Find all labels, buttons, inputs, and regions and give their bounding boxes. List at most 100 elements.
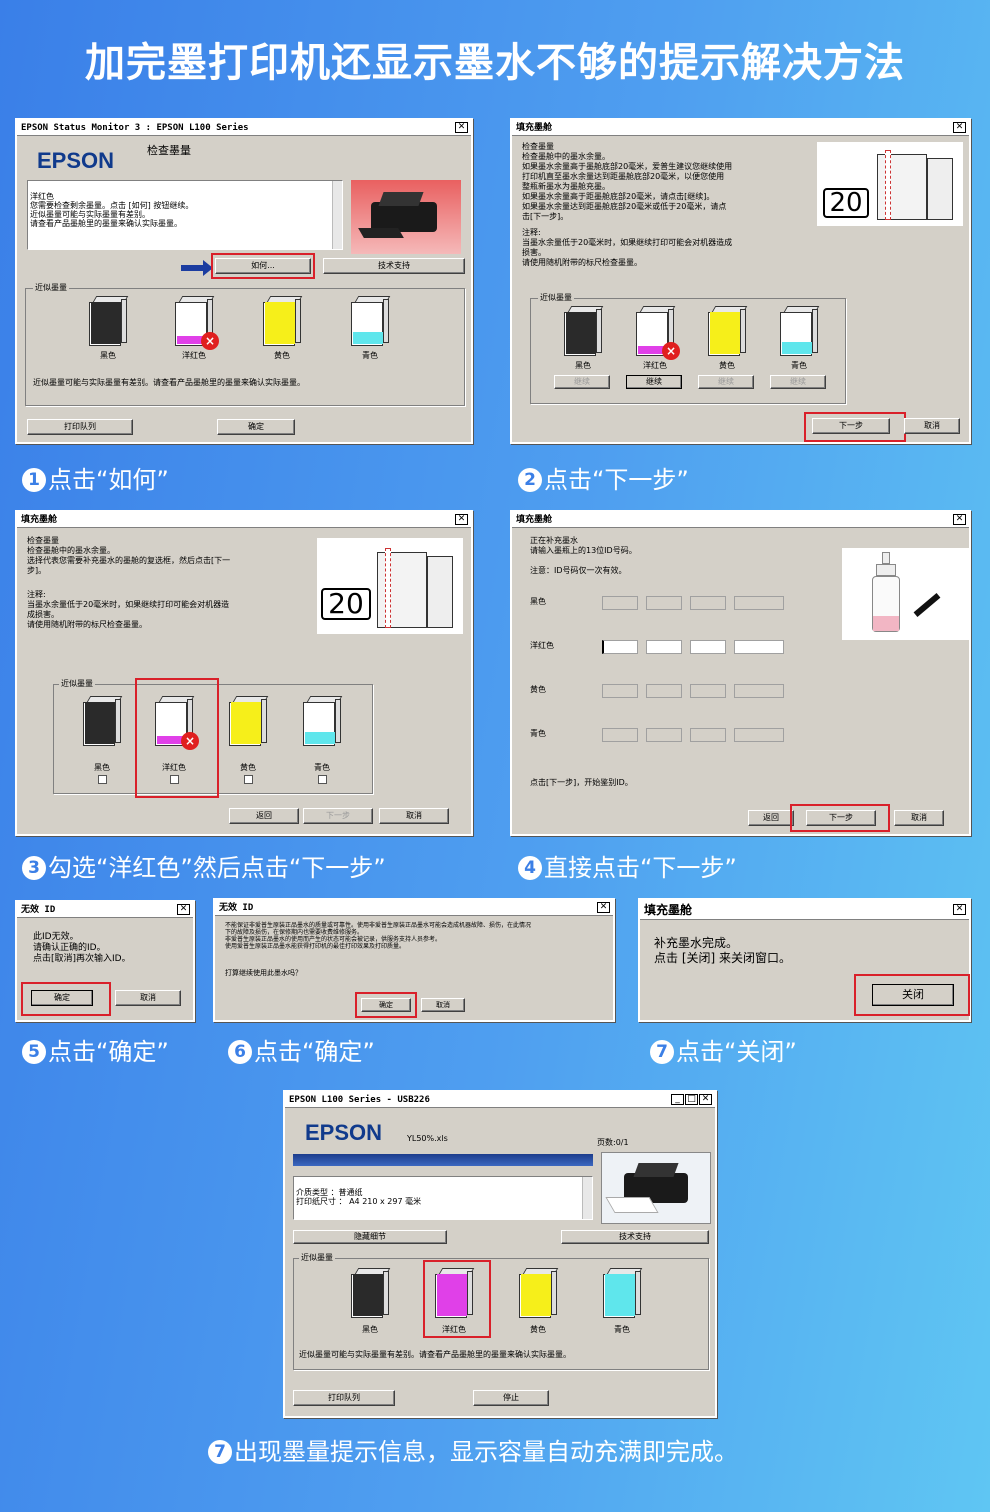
cancel-button[interactable]: 取消 (115, 990, 181, 1006)
ink-tank-magenta: × (636, 306, 680, 360)
step-caption: 7 出现墨量提示信息，显示容量自动充满即完成。 (208, 1432, 738, 1467)
instructions: 检查墨量 检查墨舱中的墨水余量。 选择代表您需要补充墨水的墨舱的复选框，然后点击… (27, 536, 231, 575)
id-field-yellow-4[interactable] (734, 684, 784, 698)
close-icon[interactable]: ✕ (177, 904, 190, 915)
id-field-cyan-1[interactable] (602, 728, 638, 742)
close-icon[interactable]: ✕ (699, 1094, 712, 1105)
back-button[interactable]: 返回 (229, 808, 299, 824)
step-caption: 1 点击“如何” (22, 460, 169, 495)
cancel-button[interactable]: 取消 (904, 418, 960, 434)
support-button[interactable]: 技术支持 (323, 258, 465, 274)
close-icon[interactable]: ✕ (455, 122, 468, 133)
arrow-icon (181, 265, 205, 271)
id-field-yellow-1[interactable] (602, 684, 638, 698)
window-title: EPSON Status Monitor 3 : EPSON L100 Seri… (17, 120, 471, 136)
ink-tank-black (351, 1268, 391, 1318)
close-icon[interactable]: ✕ (953, 514, 966, 525)
continue-button-black[interactable]: 继续 (554, 375, 610, 389)
epson-logo: EPSON (305, 1120, 383, 1145)
highlight-box (135, 678, 219, 798)
ink-bottle-image (842, 548, 970, 640)
id-field-magenta-4[interactable] (734, 640, 784, 654)
ink-label-black: 黑色 (94, 763, 110, 772)
scrollbar[interactable] (332, 181, 342, 249)
ink-tank-cyan (303, 696, 343, 746)
epson-logo: EPSON (37, 148, 115, 173)
ink-tank-yellow (708, 306, 748, 356)
highlight-box (854, 974, 970, 1016)
document-name: YL50%.xls (407, 1134, 448, 1143)
highlight-box (355, 992, 417, 1018)
highlight-box (211, 253, 315, 279)
cancel-button[interactable]: 取消 (894, 810, 944, 826)
scrollbar[interactable] (582, 1177, 592, 1219)
ink-note: 近似墨量可能与实际墨量有差别。请查看产品墨舱里的墨量来确认实际墨量。 (33, 378, 305, 387)
highlight-box (790, 804, 890, 832)
ink-label-cyan: 青色 (362, 351, 378, 360)
fill-tank-window: 填充墨舱 ✕ 正在补充墨水 请输入墨瓶上的13位ID号码。 注意：ID号码仅一次… (510, 510, 971, 836)
id-field-magenta-2[interactable] (646, 640, 682, 654)
continue-button-yellow[interactable]: 继续 (698, 375, 754, 389)
checkbox-cyan[interactable] (318, 775, 327, 784)
close-icon[interactable]: ✕ (455, 514, 468, 525)
checkbox-yellow[interactable] (244, 775, 253, 784)
id-field-cyan-2[interactable] (646, 728, 682, 742)
dialog-text: 此ID无效。 请确认正确的ID。 点击[取消]再次输入ID。 (33, 932, 131, 964)
id-label-magenta: 洋红色 (530, 641, 554, 650)
checkbox-black[interactable] (98, 775, 107, 784)
ink-label-cyan: 青色 (314, 763, 330, 772)
instructions: 正在补充墨水 请输入墨瓶上的13位ID号码。 (530, 536, 637, 555)
media-text: 介质类型 ：普通纸 打印纸尺寸 ： A4 210 x 297 毫米 (296, 1188, 422, 1206)
id-field-black-1[interactable] (602, 596, 638, 610)
ok-button[interactable]: 确定 (217, 419, 295, 435)
close-icon[interactable]: ✕ (597, 902, 610, 913)
id-label-black: 黑色 (530, 597, 546, 606)
stop-button[interactable]: 停止 (473, 1390, 549, 1406)
note: 注释: 当墨水余量低于20毫米时，如果继续打印可能会对机器造 成损害。 请使用随… (27, 590, 230, 629)
cancel-button[interactable]: 取消 (421, 998, 465, 1012)
support-button[interactable]: 技术支持 (561, 1230, 709, 1244)
id-field-yellow-2[interactable] (646, 684, 682, 698)
id-field-magenta-1[interactable] (602, 640, 638, 654)
media-info: 介质类型 ：普通纸 打印纸尺寸 ： A4 210 x 297 毫米 (293, 1176, 593, 1220)
id-field-magenta-3[interactable] (690, 640, 726, 654)
ink-label-cyan: 青色 (791, 361, 807, 370)
step-caption: 6 点击“确定” (228, 1032, 375, 1067)
fill-tank-window: 填充墨舱 ✕ 检查墨量 检查墨舱中的墨水余量。 如果墨水余量高于墨舱底部20毫米… (510, 118, 971, 444)
minimize-icon[interactable]: _ (671, 1094, 684, 1105)
id-field-cyan-4[interactable] (734, 728, 784, 742)
hide-details-button[interactable]: 隐藏细节 (293, 1230, 447, 1244)
continue-button-cyan[interactable]: 继续 (770, 375, 826, 389)
window-title: 填充墨舱 (512, 512, 969, 528)
window-title: 填充墨舱 (512, 120, 969, 136)
error-icon: × (201, 332, 219, 350)
id-field-cyan-3[interactable] (690, 728, 726, 742)
ink-tank-cyan (351, 296, 391, 346)
progress-bar (293, 1154, 593, 1166)
highlight-box (804, 412, 906, 442)
highlight-box (423, 1260, 491, 1338)
ink-label-yellow: 黄色 (530, 1325, 546, 1334)
id-field-black-4[interactable] (734, 596, 784, 610)
close-icon[interactable]: ✕ (953, 122, 966, 133)
next-button[interactable]: 下一步 (303, 808, 373, 824)
back-button[interactable]: 返回 (748, 810, 794, 826)
dialog-question: 打算继续使用此墨水吗？ (225, 969, 302, 977)
print-queue-button[interactable]: 打印队列 (27, 419, 133, 435)
dialog-text: 补充墨水完成。 点击 [关闭] 来关闭窗口。 (654, 936, 791, 965)
ink-label-yellow: 黄色 (274, 351, 290, 360)
id-field-yellow-3[interactable] (690, 684, 726, 698)
cancel-button[interactable]: 取消 (379, 808, 449, 824)
close-icon[interactable]: ✕ (953, 904, 966, 915)
maximize-icon[interactable]: □ (685, 1094, 698, 1105)
print-queue-button[interactable]: 打印队列 (293, 1390, 395, 1406)
continue-button-magenta[interactable]: 继续 (626, 375, 682, 389)
instructions: 检查墨量 检查墨舱中的墨水余量。 如果墨水余量高于墨舱底部20毫米，爱普生建议您… (522, 142, 733, 221)
window-title: 无效 ID (17, 902, 193, 918)
id-field-black-3[interactable] (690, 596, 726, 610)
ink-tank-cyan (603, 1268, 643, 1318)
step-caption: 5 点击“确定” (22, 1032, 169, 1067)
ink-label-yellow: 黄色 (719, 361, 735, 370)
id-field-black-2[interactable] (646, 596, 682, 610)
page-count: 页数:0/1 (597, 1138, 629, 1147)
